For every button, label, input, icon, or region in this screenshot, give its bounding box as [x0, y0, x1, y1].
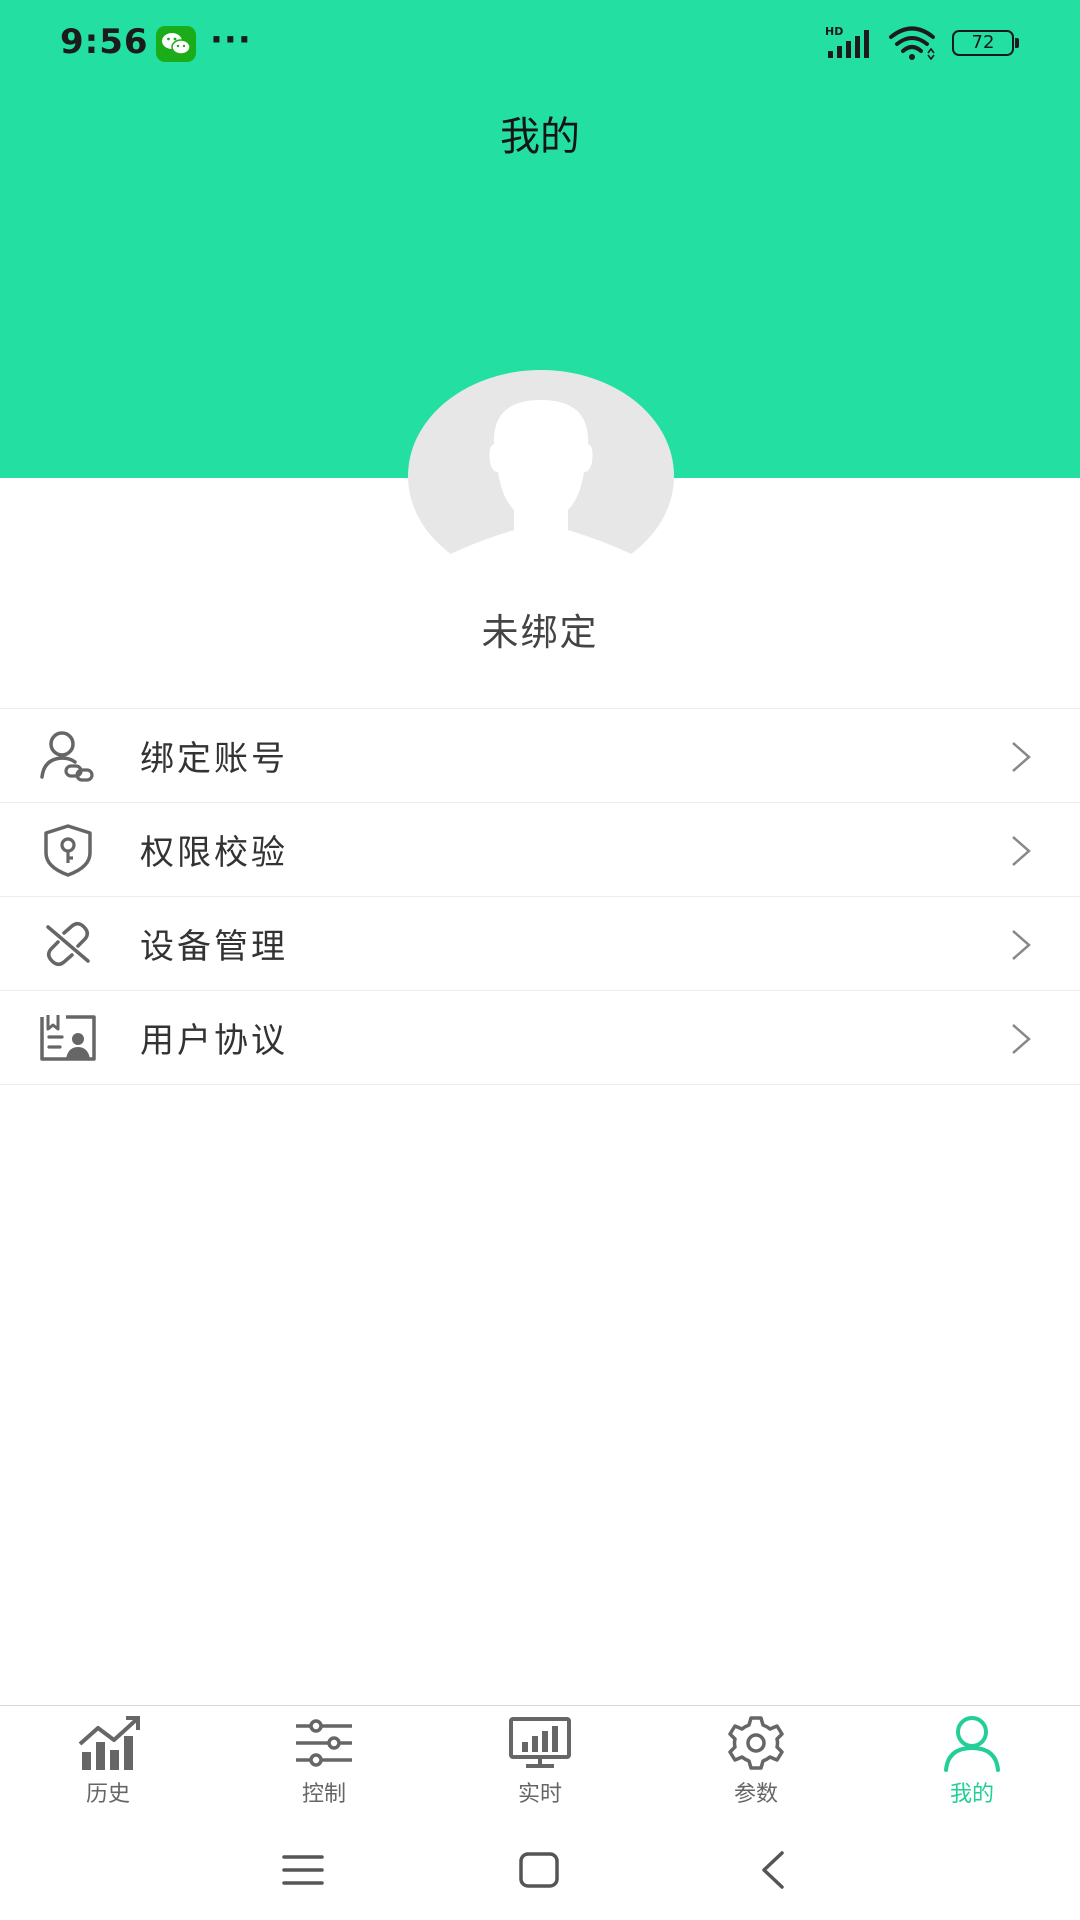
menu-list: 绑定账号 权限校验 设备管理 用户协议	[0, 708, 1080, 1085]
status-more: ···	[210, 20, 252, 60]
menu-item-device-management[interactable]: 设备管理	[0, 897, 1080, 991]
menu-label: 用户协议	[140, 1021, 288, 1061]
tab-mine[interactable]: 我的	[864, 1706, 1080, 1816]
back-icon[interactable]	[750, 1845, 800, 1895]
page-title: 我的	[500, 114, 580, 160]
bind-status-label: 未绑定	[481, 611, 599, 654]
avatar[interactable]	[408, 370, 674, 582]
status-time: 9:56	[60, 22, 149, 62]
wechat-icon	[156, 26, 196, 62]
sliders-icon	[296, 1719, 352, 1767]
tab-parameters[interactable]: 参数	[648, 1706, 864, 1816]
menu-label: 权限校验	[140, 833, 288, 873]
tab-realtime[interactable]: 实时	[432, 1706, 648, 1816]
menu-item-bind-account[interactable]: 绑定账号	[0, 709, 1080, 803]
tab-label: 参数	[733, 1782, 778, 1807]
gear-icon	[728, 1716, 784, 1770]
agreement-card-icon	[40, 1015, 96, 1061]
system-navigation-bar	[0, 1815, 1080, 1920]
user-icon	[944, 1716, 1000, 1772]
battery-indicator: 72	[952, 30, 1019, 56]
monitor-chart-icon	[509, 1717, 571, 1768]
wifi-icon	[889, 26, 935, 60]
menu-item-permission-check[interactable]: 权限校验	[0, 803, 1080, 897]
tab-label: 历史	[85, 1782, 130, 1807]
tab-history[interactable]: 历史	[0, 1706, 216, 1816]
user-link-icon	[40, 731, 94, 782]
tab-label: 控制	[301, 1782, 346, 1807]
chevron-right-icon	[1012, 1024, 1031, 1054]
menu-label: 设备管理	[140, 927, 288, 967]
avatar-placeholder-icon	[438, 400, 644, 582]
history-chart-icon	[78, 1716, 140, 1770]
chevron-right-icon	[1012, 742, 1031, 772]
menu-item-user-agreement[interactable]: 用户协议	[0, 991, 1080, 1085]
bottom-tab-bar: 历史 控制 实时 参数 我的	[0, 1705, 1080, 1816]
svg-text:HD: HD	[825, 25, 843, 38]
home-icon[interactable]	[514, 1845, 564, 1895]
tab-label: 实时	[517, 1782, 562, 1807]
chevron-right-icon	[1012, 836, 1031, 866]
shield-key-icon	[44, 824, 92, 877]
signal-icon: HD	[825, 25, 869, 58]
tab-control[interactable]: 控制	[216, 1706, 432, 1816]
menu-label: 绑定账号	[140, 739, 288, 779]
status-bar: 9:56 ··· HD 72	[0, 0, 1080, 86]
chevron-right-icon	[1012, 930, 1031, 960]
broken-link-icon	[46, 922, 90, 966]
tab-label: 我的	[949, 1782, 994, 1807]
menu-icon[interactable]	[278, 1845, 328, 1895]
